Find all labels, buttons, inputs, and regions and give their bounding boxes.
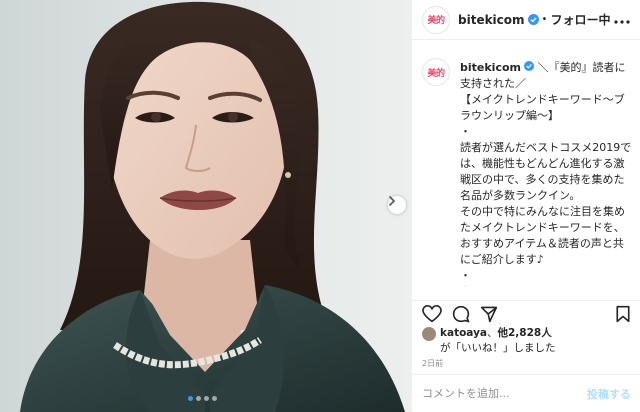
comment-icon[interactable] — [452, 305, 470, 323]
portrait-image — [20, 1, 405, 412]
caption-body: bitekicom ＼『美的』読者に支持された／ 【メイクトレンドキーワード〜ブ… — [460, 60, 634, 286]
liker-username[interactable]: katoaya — [440, 326, 487, 341]
following-button[interactable]: フォロー中 — [550, 11, 610, 28]
bookmark-icon[interactable] — [615, 305, 631, 323]
carousel-dot — [204, 396, 209, 401]
verified-badge-icon — [524, 61, 534, 71]
post-timestamp[interactable]: 2日前 — [422, 358, 443, 369]
likes-suffix: が「いいね！」しました — [440, 342, 556, 354]
post-header: 美的 bitekicom • フォロー中 — [412, 0, 640, 40]
comment-form: 投稿する — [412, 374, 640, 412]
likes-summary: katoaya、他2,828人 が「いいね！」しました — [422, 326, 632, 356]
account-avatar[interactable]: 美的 — [422, 5, 450, 34]
like-heart-icon[interactable] — [422, 304, 442, 323]
more-options-icon[interactable] — [614, 13, 630, 27]
comment-input[interactable] — [422, 387, 587, 400]
likes-connector: 、 — [487, 327, 498, 339]
caption-username[interactable]: bitekicom — [460, 61, 521, 74]
carousel-dot — [212, 396, 217, 401]
verified-badge-icon — [527, 14, 539, 25]
post-photo[interactable] — [0, 0, 411, 412]
likes-count[interactable]: 他2,828人 — [498, 326, 552, 341]
carousel-dot — [196, 396, 201, 401]
avatar-logo-text: 美的 — [427, 68, 445, 79]
avatar-logo-text: 美的 — [427, 16, 445, 26]
caption-text: ＼『美的』読者に支持された／ 【メイクトレンドキーワード〜ブラウンリップ編〜】 … — [460, 61, 632, 286]
post-comment-button[interactable]: 投稿する — [587, 386, 631, 402]
liker-avatar[interactable] — [422, 326, 436, 341]
caption-avatar[interactable]: 美的 — [422, 58, 450, 86]
carousel-next-button[interactable] — [388, 196, 406, 214]
account-username[interactable]: bitekicom — [458, 13, 525, 27]
post-sidebar: 美的 bitekicom • フォロー中 美的 bitekicom ＼『美的』読… — [411, 0, 640, 412]
carousel-indicator — [188, 396, 217, 401]
post-caption: 美的 bitekicom ＼『美的』読者に支持された／ 【メイクトレンドキーワー… — [422, 48, 634, 286]
post-actions — [412, 300, 640, 326]
share-send-icon[interactable] — [480, 305, 498, 323]
header-separator: • — [541, 14, 548, 25]
carousel-dot — [188, 396, 193, 401]
